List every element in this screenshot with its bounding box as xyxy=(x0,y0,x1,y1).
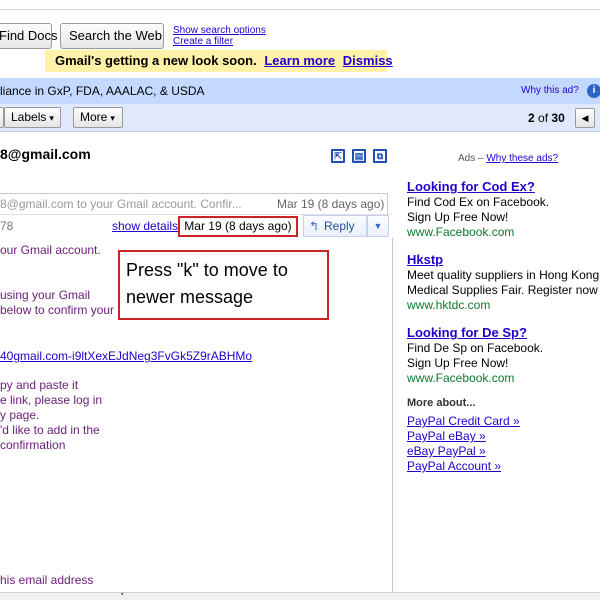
why-this-ad-link[interactable]: Why this ad? xyxy=(521,78,579,104)
thread-sender: 8@gmail.com xyxy=(0,146,91,162)
top-divider xyxy=(0,0,600,10)
ad-url: www.Facebook.com xyxy=(407,225,515,239)
message-toolbar: Labels ▾ More ▾ 2 of 30 ◀ xyxy=(0,104,600,132)
pager-total: 30 xyxy=(551,111,565,125)
collapsed-snippet: 8@gmail.com to your Gmail account. Confi… xyxy=(0,197,242,211)
ad-title-link[interactable]: Looking for De Sp? xyxy=(407,324,543,341)
why-these-ads-link[interactable]: Why these ads? xyxy=(486,153,558,164)
ad-description: Meet quality suppliers in Hong Kong xyxy=(407,268,600,282)
ad-description: Find Cod Ex on Facebook. xyxy=(407,195,550,209)
body-line: using your Gmail xyxy=(0,288,91,302)
ad-description: Find De Sp on Facebook. xyxy=(407,341,544,355)
confirmation-link[interactable]: 40gmail.com-i9ltXexEJdNeg3FvGk5Z9rABHMo xyxy=(0,349,252,363)
ad-url: www.Facebook.com xyxy=(407,371,515,385)
ad-description: Sign Up Free Now! xyxy=(407,210,509,224)
find-docs-label: Find Docs xyxy=(0,28,58,43)
body-line: our Gmail account. xyxy=(0,243,101,257)
scrollbar-grip-icon[interactable]: ''' xyxy=(121,592,123,600)
chevron-down-icon: ▾ xyxy=(49,113,54,123)
collapsed-message[interactable]: 8@gmail.com to your Gmail account. Confi… xyxy=(0,193,388,214)
reply-arrow-icon: ↰ xyxy=(309,219,320,233)
more-about-links: PayPal Credit Card » PayPal eBay » eBay … xyxy=(407,414,520,474)
labels-label: Labels xyxy=(11,110,47,124)
pager-current: 2 xyxy=(528,111,535,125)
collapsed-date: Mar 19 (8 days ago) xyxy=(277,197,385,211)
chevron-down-icon: ▾ xyxy=(110,113,115,123)
more-button[interactable]: More ▾ xyxy=(73,107,123,128)
learn-more-link[interactable]: Learn more xyxy=(264,53,335,68)
more-label: More xyxy=(80,110,108,124)
ad-description: Medical Supplies Fair. Register now xyxy=(407,283,598,297)
search-web-label: Search the Web xyxy=(69,28,162,43)
reply-button[interactable]: ↰ Reply xyxy=(303,215,367,237)
ads-header-prefix: Ads – xyxy=(458,153,484,164)
body-line: below to confirm your xyxy=(0,303,115,317)
reply-dropdown-icon[interactable]: ▼ xyxy=(367,215,389,237)
new-look-notice: Gmail's getting a new look soon. Learn m… xyxy=(45,50,393,72)
create-filter-link[interactable]: Create a filter xyxy=(173,36,266,47)
related-link[interactable]: PayPal Account » xyxy=(407,459,520,474)
dismiss-link[interactable]: Dismiss xyxy=(343,53,393,68)
sponsored-ad-bar: liance in GxP, FDA, AAALAC, & USDA Why t… xyxy=(0,78,600,104)
search-options-links: Show search options Create a filter xyxy=(173,25,266,47)
ads-header: Ads – Why these ads? xyxy=(458,153,558,164)
expand-all-icon[interactable]: ⧉ xyxy=(373,149,387,163)
body-line: his email address xyxy=(0,573,94,587)
ad-item: Looking for Cod Ex? Find Cod Ex on Faceb… xyxy=(407,178,549,240)
body-line: y page. xyxy=(0,408,40,422)
thread-action-icons: ⇱ ▤ ⧉ xyxy=(331,148,394,163)
sender-fragment: 78 xyxy=(0,219,14,233)
ad-description: Sign Up Free Now! xyxy=(407,356,509,370)
newer-arrow-icon[interactable]: ◀ xyxy=(575,108,595,128)
body-line: e link, please log in xyxy=(0,393,103,407)
tutorial-callout: Press "k" to move to newer message xyxy=(118,250,329,320)
horizontal-scrollbar[interactable]: ''' xyxy=(0,592,600,600)
ad-title-link[interactable]: Hkstp xyxy=(407,251,599,268)
message-date-highlight: Mar 19 (8 days ago) xyxy=(178,216,298,237)
more-about-heading: More about... xyxy=(407,397,476,409)
pager: 2 of 30 xyxy=(528,104,565,132)
show-details-link[interactable]: show details xyxy=(112,219,178,233)
related-link[interactable]: PayPal eBay » xyxy=(407,429,520,444)
body-line: 'd like to add in the xyxy=(0,423,100,437)
notice-text: Gmail's getting a new look soon. xyxy=(55,53,257,68)
ad-item: Hkstp Meet quality suppliers in Hong Kon… xyxy=(407,251,599,313)
body-line: py and paste it xyxy=(0,378,79,392)
ad-url: www.hktdc.com xyxy=(407,298,491,312)
ad-bar-text[interactable]: liance in GxP, FDA, AAALAC, & USDA xyxy=(0,78,205,104)
print-icon[interactable]: ▤ xyxy=(352,149,366,163)
labels-button[interactable]: Labels ▾ xyxy=(4,107,61,128)
show-search-options-link[interactable]: Show search options xyxy=(173,25,266,36)
ad-title-link[interactable]: Looking for Cod Ex? xyxy=(407,178,549,195)
new-window-icon[interactable]: ⇱ xyxy=(331,149,345,163)
content-divider xyxy=(392,238,393,592)
ad-item: Looking for De Sp? Find De Sp on Faceboo… xyxy=(407,324,543,386)
related-link[interactable]: eBay PayPal » xyxy=(407,444,520,459)
find-docs-button[interactable]: Find Docs xyxy=(0,23,58,49)
reply-label: Reply xyxy=(324,219,355,233)
search-web-button[interactable]: Search the Web xyxy=(60,23,164,49)
body-line: confirmation xyxy=(0,438,66,452)
pager-of: of xyxy=(538,111,549,125)
open-message-header: 78 show details Mar 19 (8 days ago) ↰ Rep… xyxy=(0,214,392,238)
related-link[interactable]: PayPal Credit Card » xyxy=(407,414,520,429)
info-icon[interactable]: i xyxy=(587,84,600,98)
